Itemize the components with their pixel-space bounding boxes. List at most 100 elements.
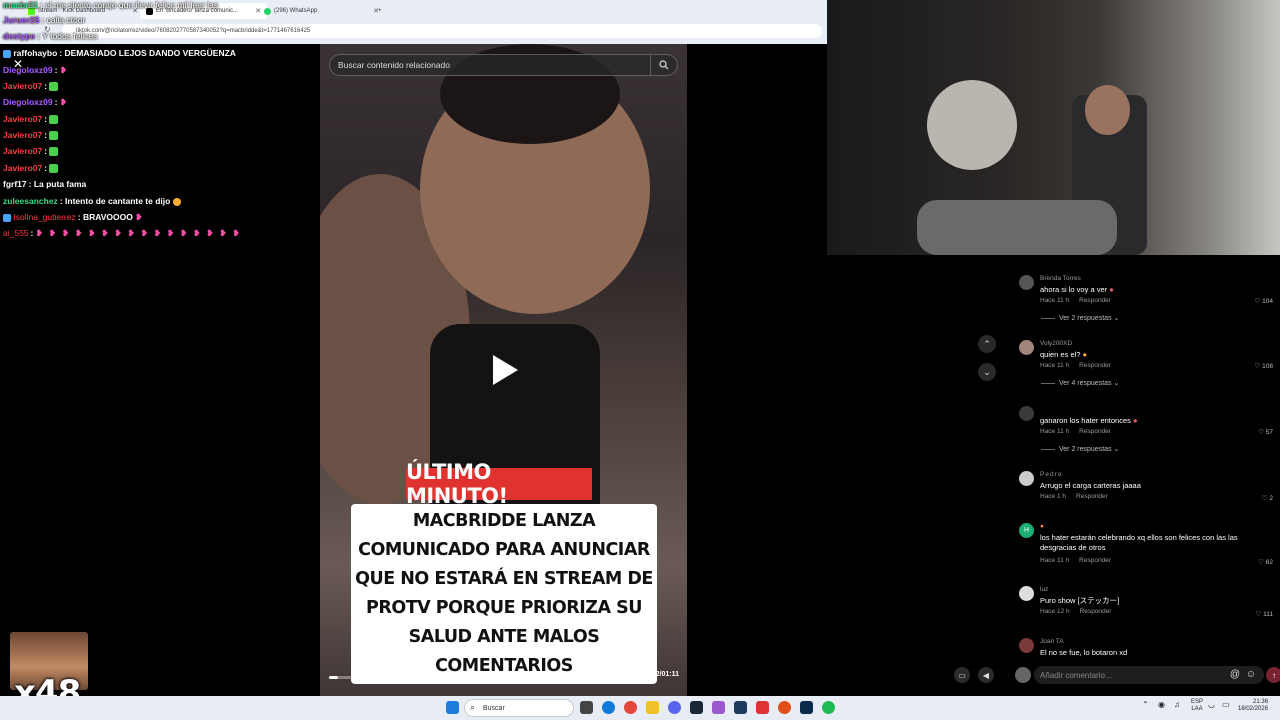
chat-message: zuleesanchez: Intento de cantante te dij… — [3, 196, 181, 206]
like-count[interactable]: ♡ 57 — [1258, 428, 1273, 436]
avatar[interactable] — [1019, 275, 1034, 290]
heart-emote-icon: ❥ — [59, 97, 67, 107]
like-count[interactable]: ♡ 111 — [1255, 610, 1273, 618]
wifi-icon[interactable]: ◡ — [1208, 700, 1215, 709]
heart-eyes-emoji-icon — [172, 197, 181, 206]
mention-icon[interactable]: @ — [1230, 669, 1240, 680]
taskbar-search[interactable]: ⌕ Buscar — [464, 699, 574, 717]
view-replies-button[interactable]: Ver 4 respuestas ⌄ — [1041, 379, 1119, 387]
reply-button[interactable]: Responder — [1079, 428, 1111, 435]
volume-icon[interactable]: ◀︎ — [978, 667, 994, 683]
related-search-input[interactable]: Buscar contenido relacionado — [329, 54, 678, 76]
search-placeholder: Buscar contenido relacionado — [338, 60, 450, 70]
network-icon[interactable]: ◉ — [1158, 700, 1165, 709]
chrome-icon[interactable] — [624, 701, 637, 714]
reply-button[interactable]: Responder — [1079, 557, 1111, 564]
heart-emote-row-icon: ❥❥❥❥❥❥❥❥❥❥❥❥❥❥❥❥ — [35, 228, 246, 238]
clock[interactable]: 21:36 18/02/2026 — [1238, 699, 1268, 713]
chat-message: fgrf17: La puta fama — [3, 179, 87, 189]
chat-text: DEMASIADO LEJOS DANDO VERGÜENZA — [64, 48, 236, 58]
chat-username: macbr21 — [3, 0, 38, 10]
like-count[interactable]: ♡ 2 — [1262, 494, 1273, 502]
like-count[interactable]: ♡ 108 — [1255, 362, 1274, 370]
progress-bar[interactable] — [329, 676, 631, 679]
comment-body: El no se fue, lo botaron xd — [1040, 648, 1128, 657]
battery-icon[interactable]: ▭ — [1222, 700, 1230, 709]
face — [1085, 85, 1130, 135]
blanket — [917, 200, 1117, 255]
lang-label-2: LAA — [1191, 706, 1203, 712]
reply-button[interactable]: Responder — [1079, 362, 1111, 369]
tray-chevron-icon[interactable]: ⌃ — [1142, 700, 1149, 709]
chat-text: La puta fama — [33, 179, 87, 189]
chat-message: destype: Y todos felices — [3, 31, 98, 41]
send-button[interactable]: ↑ — [1266, 667, 1280, 683]
webcam-feed — [827, 0, 1280, 255]
green-emote-icon — [49, 115, 59, 125]
comment-author[interactable]: Joan TA — [1040, 638, 1064, 645]
chat-message: Javiero07: — [3, 163, 59, 174]
emoji-icon[interactable]: ☺ — [1246, 669, 1256, 680]
chat-message: Isolina_gutierrez: BRAVOOOO ❥ — [3, 212, 142, 223]
app-icon[interactable] — [778, 701, 791, 714]
view-replies-button[interactable]: Ver 2 respuestas ⌄ — [1041, 314, 1119, 322]
discord-icon[interactable] — [668, 701, 681, 714]
edge-icon[interactable] — [602, 701, 615, 714]
comment: Pedro Arrugo el carga carteras jaaaa Hac… — [1019, 471, 1280, 511]
chat-username: raffohaybo — [13, 48, 58, 58]
green-emote-icon — [49, 82, 59, 92]
app-icon[interactable] — [800, 701, 813, 714]
chat-message: Diegoloxz09: ❥ — [3, 65, 67, 75]
comment-author[interactable]: Pedro — [1040, 471, 1062, 478]
file-explorer-icon[interactable] — [646, 701, 659, 714]
chat-username: ai_555 — [3, 228, 29, 238]
app-icon[interactable] — [734, 701, 747, 714]
windows-start-icon[interactable] — [446, 701, 459, 714]
avatar[interactable] — [1019, 406, 1034, 421]
app-icon[interactable] — [712, 701, 725, 714]
comment-body: quien es el? ● — [1040, 350, 1088, 359]
volume-icon[interactable]: ♫ — [1174, 700, 1180, 709]
chat-username: Juruor25 — [3, 15, 40, 25]
taskbar: ⌕ Buscar ⌃ ◉ ♫ ESP LAA ◡ ▭ 21:36 18/02/202… — [0, 696, 1280, 720]
heart-emote-icon: ❥ — [135, 212, 143, 222]
comment-placeholder: Añadir comentario... — [1040, 670, 1112, 680]
reply-button[interactable]: Responder — [1080, 608, 1112, 615]
user-avatar[interactable] — [1015, 667, 1031, 683]
reply-button[interactable]: Responder — [1076, 493, 1108, 500]
avatar[interactable] — [1019, 471, 1034, 486]
comment-author[interactable]: luz — [1040, 586, 1048, 593]
video-player[interactable]: Buscar contenido relacionado ÚLTIMO MINU… — [320, 44, 687, 696]
next-video-button[interactable]: ⌄ — [978, 363, 996, 381]
chat-username: Javiero07 — [3, 81, 43, 91]
avatar[interactable]: H — [1019, 523, 1034, 538]
avatar[interactable] — [1019, 638, 1034, 653]
spotify-icon[interactable] — [822, 701, 835, 714]
language-indicator[interactable]: ESP LAA — [1191, 699, 1203, 713]
avatar[interactable] — [1019, 586, 1034, 601]
new-tab-button[interactable]: + — [378, 3, 388, 19]
comment-meta: Hace 11 h Responder — [1040, 428, 1111, 435]
comment-input[interactable]: Añadir comentario... @ ☺ — [1034, 666, 1264, 684]
chat-message: ai_555: ❥❥❥❥❥❥❥❥❥❥❥❥❥❥❥❥ — [3, 228, 246, 238]
view-replies-button[interactable]: Ver 2 respuestas ⌄ — [1041, 445, 1119, 453]
reply-button[interactable]: Responder — [1079, 297, 1111, 304]
comment-body: ganaron los hater entonces ● — [1040, 416, 1138, 425]
chat-overlay: macbr21: el me siento coraje que lleva f… — [0, 0, 320, 250]
comment-author[interactable]: Voly200XD — [1040, 340, 1072, 347]
clock-date: 18/02/2026 — [1238, 706, 1269, 712]
play-icon[interactable] — [493, 355, 518, 385]
steam-icon[interactable] — [690, 701, 703, 714]
comment-author[interactable]: Brenda Torres — [1040, 275, 1081, 282]
chat-username: Diegoloxz09 — [3, 97, 53, 107]
like-count[interactable]: ♡ 62 — [1258, 558, 1273, 566]
like-count[interactable]: ♡ 104 — [1255, 297, 1274, 305]
prev-video-button[interactable]: ⌃ — [978, 335, 996, 353]
app-icon[interactable] — [756, 701, 769, 714]
miniplayer-icon[interactable]: ▭ — [954, 667, 970, 683]
comment-author[interactable]: ● — [1040, 523, 1044, 530]
avatar[interactable] — [1019, 340, 1034, 355]
search-icon[interactable] — [650, 55, 677, 75]
task-view-icon[interactable] — [580, 701, 593, 714]
chat-text: calla ctoor — [46, 15, 86, 25]
